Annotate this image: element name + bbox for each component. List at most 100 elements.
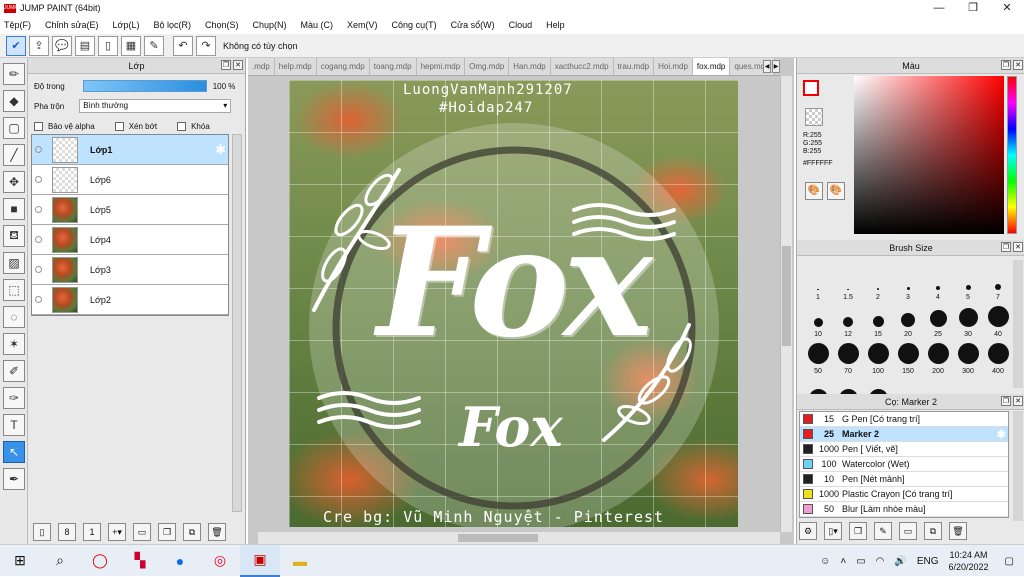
palette-icon[interactable]: 🎨 bbox=[805, 182, 823, 200]
battery-icon[interactable]: ▭ bbox=[856, 556, 865, 567]
undo-icon[interactable]: ↶ bbox=[173, 35, 193, 56]
layer-row[interactable]: Lớp6 bbox=[32, 165, 228, 195]
file-explorer-icon[interactable]: ▬ bbox=[280, 545, 320, 577]
drawing-canvas[interactable]: LuongVanManh291207 #Hoidap247 Fox Fox Cr… bbox=[289, 80, 738, 527]
zalo-icon[interactable]: ● bbox=[160, 545, 200, 577]
folder-icon[interactable]: ▭ bbox=[899, 522, 917, 540]
layer-row[interactable]: Lớp4 bbox=[32, 225, 228, 255]
saturation-value-picker[interactable] bbox=[854, 76, 1004, 234]
brush-size-cell[interactable]: 12 bbox=[833, 301, 863, 338]
layer-row[interactable]: Lớp2 bbox=[32, 285, 228, 315]
magic-wand-tool-icon[interactable]: ✶ bbox=[3, 333, 25, 355]
close-panel-icon[interactable]: ✕ bbox=[1013, 242, 1023, 252]
menu-item[interactable]: Màu (C) bbox=[301, 20, 334, 30]
tray-chevron-icon[interactable]: ˄ bbox=[840, 556, 846, 567]
maximize-button[interactable]: ❐ bbox=[956, 0, 990, 16]
document-tab[interactable]: help.mdp bbox=[274, 58, 317, 75]
visibility-icon[interactable] bbox=[35, 236, 42, 243]
clock[interactable]: 10:24 AM 6/20/2022 bbox=[949, 549, 989, 573]
brush-tool-item[interactable]: 100 Watercolor (Wet) bbox=[800, 457, 1008, 472]
visibility-icon[interactable] bbox=[35, 296, 42, 303]
operation-tool-icon[interactable]: ↖ bbox=[3, 441, 25, 463]
windows-start-icon[interactable]: ⊞ bbox=[0, 545, 40, 577]
layer-option-checkbox[interactable]: Xén bớt bbox=[114, 121, 157, 131]
rect-select-tool-icon[interactable]: ▢ bbox=[3, 117, 25, 139]
check-icon[interactable]: ✔ bbox=[6, 35, 26, 56]
menu-item[interactable]: Chụp(N) bbox=[253, 20, 287, 30]
brush-tool-item[interactable]: 10 Pen [Nét mảnh] bbox=[800, 472, 1008, 487]
brush-tool-item[interactable]: 1000 Pen [ Viết, vẽ] bbox=[800, 442, 1008, 457]
menu-item[interactable]: Chọn(S) bbox=[205, 20, 239, 30]
float-panel-icon[interactable]: ❐ bbox=[1001, 242, 1011, 252]
canvas-vertical-scrollbar[interactable] bbox=[780, 76, 792, 532]
notification-icon[interactable]: ▢ bbox=[1005, 556, 1014, 567]
document-tab[interactable]: Hoi.mdp bbox=[654, 58, 693, 75]
brush-size-cell[interactable]: 5 bbox=[953, 264, 983, 301]
document-tab[interactable]: toang.mdp bbox=[369, 58, 417, 75]
move-tool-icon[interactable]: ✥ bbox=[3, 171, 25, 193]
layer-scrollbar[interactable] bbox=[232, 134, 242, 512]
brush-size-cell[interactable]: 30 bbox=[953, 301, 983, 338]
merge-layer-icon[interactable]: ⧉ bbox=[183, 523, 201, 541]
opera-icon[interactable]: ◯ bbox=[80, 545, 120, 577]
new-8bit-layer-icon[interactable]: 8 bbox=[58, 523, 76, 541]
float-panel-icon[interactable]: ❐ bbox=[1001, 396, 1011, 406]
brush-size-cell[interactable]: 200 bbox=[923, 338, 953, 375]
brush-size-cell[interactable]: 70 bbox=[833, 338, 863, 375]
layer-option-checkbox[interactable]: Khóa bbox=[177, 121, 210, 131]
brush-size-cell[interactable]: 100 bbox=[863, 338, 893, 375]
folder-icon[interactable]: ▭ bbox=[133, 523, 151, 541]
opera-gx-icon[interactable]: ◎ bbox=[200, 545, 240, 577]
menu-item[interactable]: Cửa sổ(W) bbox=[451, 20, 495, 30]
palette-edit-icon[interactable]: 🎨 bbox=[827, 182, 845, 200]
language-indicator[interactable]: ENG bbox=[917, 556, 939, 567]
brush-size-cell[interactable]: 50 bbox=[803, 338, 833, 375]
layer-row[interactable]: Lớp3 bbox=[32, 255, 228, 285]
select-eraser-tool-icon[interactable]: ✑ bbox=[3, 387, 25, 409]
close-panel-icon[interactable]: ✕ bbox=[233, 60, 243, 70]
brush-size-cell[interactable]: 20 bbox=[893, 301, 923, 338]
delete-layer-icon[interactable]: 🗑 bbox=[208, 523, 226, 541]
eraser-tool-icon[interactable]: ◆ bbox=[3, 90, 25, 112]
brush-tool-scrollbar[interactable] bbox=[1013, 411, 1023, 521]
menu-item[interactable]: Xem(V) bbox=[347, 20, 378, 30]
new-layer-icon[interactable]: ▯ bbox=[33, 523, 51, 541]
gear-icon[interactable]: ✱ bbox=[215, 142, 226, 158]
visibility-icon[interactable] bbox=[35, 176, 42, 183]
brush-size-scrollbar[interactable] bbox=[1013, 260, 1023, 388]
document-tab[interactable]: hepmi.mdp bbox=[416, 58, 466, 75]
menu-item[interactable]: Chỉnh sửa(E) bbox=[45, 20, 99, 30]
brush-size-cell[interactable]: 15 bbox=[863, 301, 893, 338]
menu-item[interactable]: Tệp(F) bbox=[4, 20, 31, 30]
layer-option-checkbox[interactable]: Bảo vệ alpha bbox=[34, 121, 95, 131]
visibility-icon[interactable] bbox=[35, 266, 42, 273]
app-grid-icon[interactable]: ▚ bbox=[120, 545, 160, 577]
document-tab[interactable]: fox.mdp bbox=[692, 58, 731, 75]
lasso-tool-icon[interactable]: ◌ bbox=[3, 306, 25, 328]
copy-brush-icon[interactable]: ❐ bbox=[849, 522, 867, 540]
opacity-slider[interactable] bbox=[82, 80, 207, 92]
brush-size-cell[interactable]: 1.5 bbox=[833, 264, 863, 301]
bucket-tool-icon[interactable]: ⛾ bbox=[3, 225, 25, 247]
tab-prev-icon[interactable]: ◀ bbox=[763, 60, 771, 73]
fill-rect-tool-icon[interactable]: ■ bbox=[3, 198, 25, 220]
delete-brush-icon[interactable]: 🗑 bbox=[949, 522, 967, 540]
gear-icon[interactable]: ✱ bbox=[997, 428, 1006, 441]
layout-icon[interactable]: ▦ bbox=[121, 35, 141, 56]
close-button[interactable]: ✕ bbox=[990, 0, 1024, 16]
select-tool-icon[interactable]: ⬚ bbox=[3, 279, 25, 301]
eyedropper-tool-icon[interactable]: ✒ bbox=[3, 468, 25, 490]
brush-size-cell[interactable]: 25 bbox=[923, 301, 953, 338]
settings-icon[interactable]: ⚙ bbox=[799, 522, 817, 540]
brush-size-cell[interactable]: 7 bbox=[983, 264, 1013, 301]
brush-tool-item[interactable]: 1000 Plastic Crayon [Có trang trí] bbox=[800, 487, 1008, 502]
document-tab[interactable]: .mdp bbox=[248, 58, 275, 75]
layer-row[interactable]: Lớp1 ✱ bbox=[32, 135, 228, 165]
redo-icon[interactable]: ↷ bbox=[196, 35, 216, 56]
close-panel-icon[interactable]: ✕ bbox=[1013, 396, 1023, 406]
text-tool-icon[interactable]: T bbox=[3, 414, 25, 436]
volume-icon[interactable]: 🔊 bbox=[894, 556, 906, 567]
brush-size-cell[interactable]: 4 bbox=[923, 264, 953, 301]
foreground-color-swatch[interactable] bbox=[803, 80, 819, 96]
select-pen-tool-icon[interactable]: ✐ bbox=[3, 360, 25, 382]
